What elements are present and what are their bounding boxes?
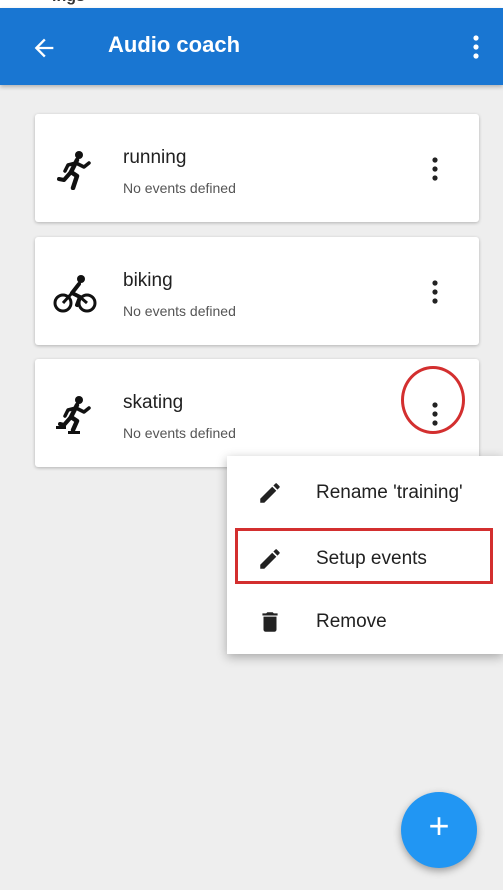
profile-name: skating [123,392,184,413]
trash-icon [262,612,278,632]
biking-icon [53,275,97,313]
annotation-circle [401,366,465,434]
menu-item-rename[interactable]: Rename 'training' [227,462,503,524]
running-icon [57,151,91,190]
annotation-rectangle [235,528,493,584]
menu-item-remove[interactable]: Remove [227,591,503,653]
page-title: Audio coach [108,32,241,57]
pencil-icon [260,483,280,503]
menu-item-label: Remove [316,611,387,632]
profile-status: No events defined [123,425,236,441]
app-bar: Audio coach [0,8,503,85]
skating-icon [56,396,91,434]
more-vert-icon[interactable] [464,32,488,62]
cropped-caption-text: ings [52,0,85,6]
more-vert-icon[interactable] [423,275,447,309]
arrow-back-icon[interactable] [30,34,58,62]
menu-item-label: Rename 'training' [316,482,463,503]
profile-status: No events defined [123,303,236,319]
profile-status: No events defined [123,180,236,196]
profile-card-running[interactable]: running No events defined [35,114,479,222]
profile-card-biking[interactable]: biking No events defined [35,237,479,345]
more-vert-icon[interactable] [423,152,447,186]
cropped-caption: ings [0,0,503,8]
plus-icon: + [428,805,450,846]
add-profile-button[interactable]: + [401,792,477,868]
profile-name: running [123,147,187,168]
profile-name: biking [123,270,173,291]
